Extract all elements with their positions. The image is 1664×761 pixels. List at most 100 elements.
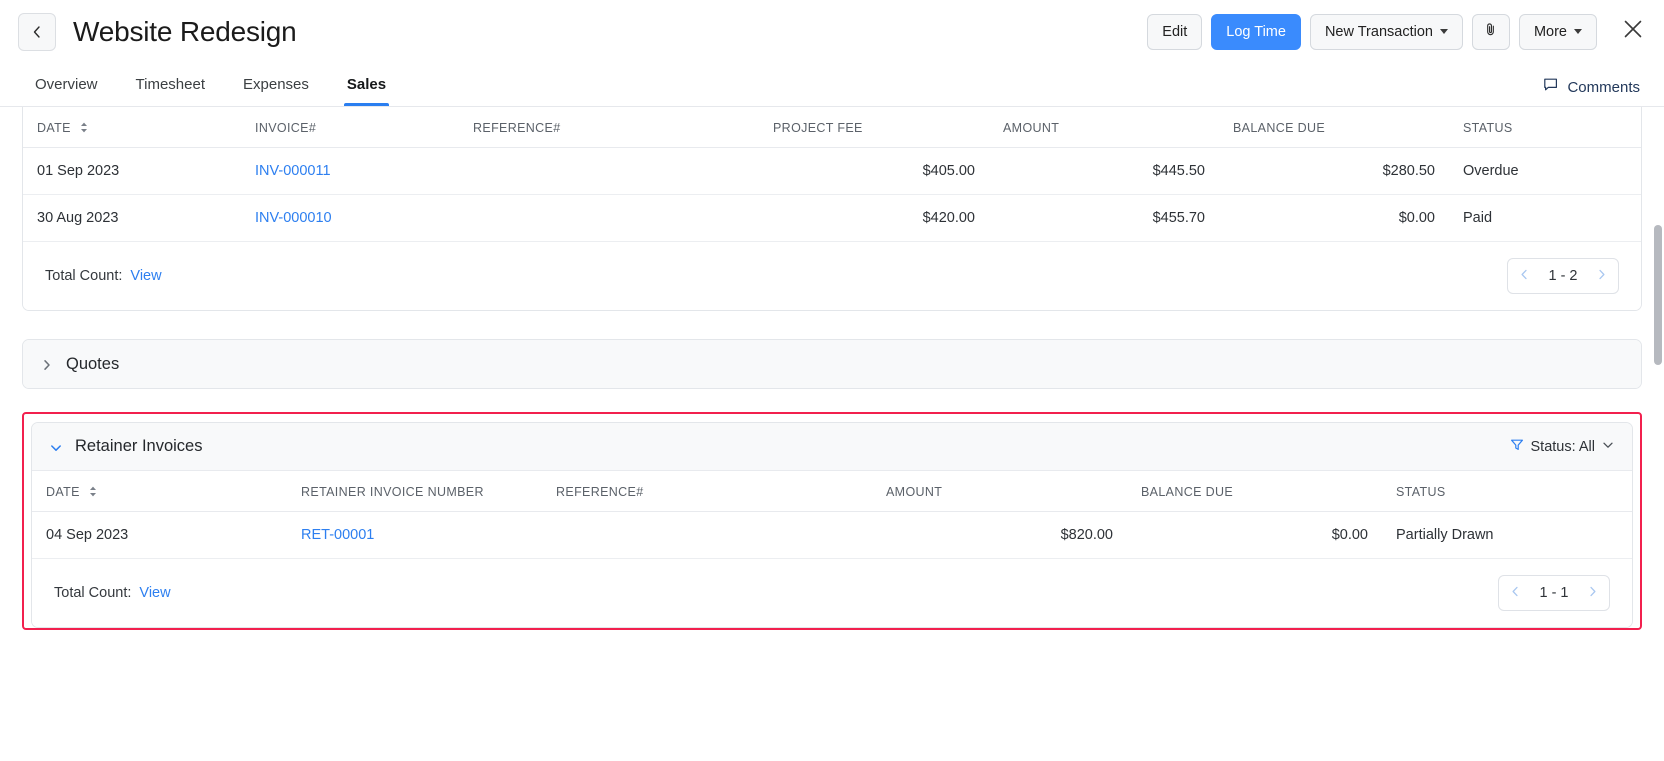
pagination: 1 - 2 <box>1507 258 1619 294</box>
col-amount[interactable]: AMOUNT <box>989 107 1219 148</box>
retainer-invoices-table: DATE RETAINER INVOICE NUMBER REFERENCE# … <box>32 471 1632 559</box>
sort-icon[interactable] <box>89 486 97 500</box>
cell-invoice: INV-000010 <box>241 195 459 242</box>
cell-amount: $820.00 <box>872 512 1127 559</box>
comments-button[interactable]: Comments <box>1543 77 1648 106</box>
col-reference[interactable]: REFERENCE# <box>542 471 872 512</box>
pagination: 1 - 1 <box>1498 575 1610 611</box>
col-date-label: DATE <box>37 121 71 135</box>
header-actions: Edit Log Time New Transaction More <box>1147 14 1648 50</box>
tab-sales[interactable]: Sales <box>328 63 405 106</box>
invoice-link[interactable]: INV-000011 <box>255 163 331 179</box>
back-button[interactable] <box>18 13 56 51</box>
quotes-card: Quotes <box>22 339 1642 389</box>
col-invoice[interactable]: INVOICE# <box>241 107 459 148</box>
total-count-view-link[interactable]: View <box>139 585 170 601</box>
cell-date: 04 Sep 2023 <box>32 512 287 559</box>
comments-label: Comments <box>1567 79 1640 96</box>
funnel-icon <box>1510 438 1524 456</box>
col-date-label: DATE <box>46 485 80 499</box>
table-row[interactable]: 04 Sep 2023 RET-00001 $820.00 $0.00 Part… <box>32 512 1632 559</box>
status-filter-label: Status: All <box>1531 439 1595 455</box>
cell-amount: $455.70 <box>989 195 1219 242</box>
cell-project-fee: $405.00 <box>759 148 989 195</box>
col-balance-due[interactable]: BALANCE DUE <box>1127 471 1382 512</box>
pagination-next-button[interactable] <box>1585 259 1618 293</box>
total-count: Total Count: View <box>45 268 162 284</box>
log-time-button[interactable]: Log Time <box>1211 14 1301 50</box>
tab-list: Overview Timesheet Expenses Sales <box>16 63 405 106</box>
cell-retainer-number: RET-00001 <box>287 512 542 559</box>
new-transaction-label: New Transaction <box>1325 24 1433 40</box>
col-retainer-invoice-number[interactable]: RETAINER INVOICE NUMBER <box>287 471 542 512</box>
cell-project-fee: $420.00 <box>759 195 989 242</box>
page-title: Website Redesign <box>73 16 297 48</box>
chevron-down-icon <box>1440 29 1448 34</box>
cell-invoice: INV-000011 <box>241 148 459 195</box>
pagination-prev-button[interactable] <box>1508 259 1541 293</box>
cell-date: 01 Sep 2023 <box>23 148 241 195</box>
cell-balance-due: $0.00 <box>1219 195 1449 242</box>
retainer-invoice-link[interactable]: RET-00001 <box>301 527 374 543</box>
vertical-scrollbar[interactable] <box>1654 225 1662 365</box>
tab-expenses[interactable]: Expenses <box>224 63 328 106</box>
col-amount[interactable]: AMOUNT <box>872 471 1127 512</box>
tab-overview[interactable]: Overview <box>16 63 117 106</box>
col-reference[interactable]: REFERENCE# <box>459 107 759 148</box>
retainer-invoices-card: Retainer Invoices Status: All <box>31 422 1633 628</box>
tab-timesheet[interactable]: Timesheet <box>117 63 224 106</box>
chevron-down-icon <box>1602 439 1614 455</box>
chevron-left-icon <box>1519 267 1530 285</box>
pagination-range: 1 - 1 <box>1532 585 1576 601</box>
cell-balance-due: $280.50 <box>1219 148 1449 195</box>
chevron-down-icon <box>1574 29 1582 34</box>
chevron-left-icon <box>1510 584 1521 602</box>
chevron-down-icon <box>50 441 62 453</box>
cell-balance-due: $0.00 <box>1127 512 1382 559</box>
invoice-link[interactable]: INV-000010 <box>255 210 332 226</box>
col-status[interactable]: STATUS <box>1382 471 1632 512</box>
chevron-left-icon <box>29 24 45 40</box>
table-row[interactable]: 01 Sep 2023 INV-000011 $405.00 $445.50 $… <box>23 148 1641 195</box>
retainer-invoices-section-header[interactable]: Retainer Invoices Status: All <box>32 423 1632 471</box>
table-row[interactable]: 30 Aug 2023 INV-000010 $420.00 $455.70 $… <box>23 195 1641 242</box>
sort-icon[interactable] <box>80 122 88 136</box>
invoices-card: DATE INVOICE# REFERENCE# PROJECT FEE AMO… <box>22 107 1642 311</box>
more-button[interactable]: More <box>1519 14 1597 50</box>
quotes-section-header[interactable]: Quotes <box>23 340 1641 388</box>
cell-date: 30 Aug 2023 <box>23 195 241 242</box>
pagination-range: 1 - 2 <box>1541 268 1585 284</box>
tab-bar: Overview Timesheet Expenses Sales Commen… <box>0 63 1664 107</box>
close-icon <box>1622 18 1644 45</box>
cell-reference <box>542 512 872 559</box>
retainer-invoices-title: Retainer Invoices <box>75 437 202 456</box>
pagination-prev-button[interactable] <box>1499 576 1532 610</box>
cell-amount: $445.50 <box>989 148 1219 195</box>
chevron-right-icon <box>1587 584 1598 602</box>
invoices-header-row: DATE INVOICE# REFERENCE# PROJECT FEE AMO… <box>23 107 1641 148</box>
comment-icon <box>1543 77 1559 97</box>
retainer-invoices-highlight: Retainer Invoices Status: All <box>22 412 1642 630</box>
new-transaction-button[interactable]: New Transaction <box>1310 14 1463 50</box>
edit-button[interactable]: Edit <box>1147 14 1202 50</box>
attachment-button[interactable] <box>1472 14 1510 50</box>
status-filter-dropdown[interactable]: Status: All <box>1510 438 1614 456</box>
total-count-view-link[interactable]: View <box>130 268 161 284</box>
quotes-title: Quotes <box>66 355 119 374</box>
cell-reference <box>459 195 759 242</box>
status-badge: Partially Drawn <box>1382 512 1632 559</box>
pagination-next-button[interactable] <box>1576 576 1609 610</box>
chevron-right-icon <box>1596 267 1607 285</box>
paperclip-icon <box>1483 22 1498 41</box>
retainer-header-row: DATE RETAINER INVOICE NUMBER REFERENCE# … <box>32 471 1632 512</box>
col-balance-due[interactable]: BALANCE DUE <box>1219 107 1449 148</box>
col-project-fee[interactable]: PROJECT FEE <box>759 107 989 148</box>
retainer-invoices-footer: Total Count: View 1 - 1 <box>32 559 1632 627</box>
close-button[interactable] <box>1618 17 1648 47</box>
more-label: More <box>1534 24 1567 40</box>
col-date[interactable]: DATE <box>23 107 241 148</box>
col-status[interactable]: STATUS <box>1449 107 1641 148</box>
col-date[interactable]: DATE <box>32 471 287 512</box>
total-count-label: Total Count: <box>54 585 131 601</box>
invoices-footer: Total Count: View 1 - 2 <box>23 242 1641 310</box>
